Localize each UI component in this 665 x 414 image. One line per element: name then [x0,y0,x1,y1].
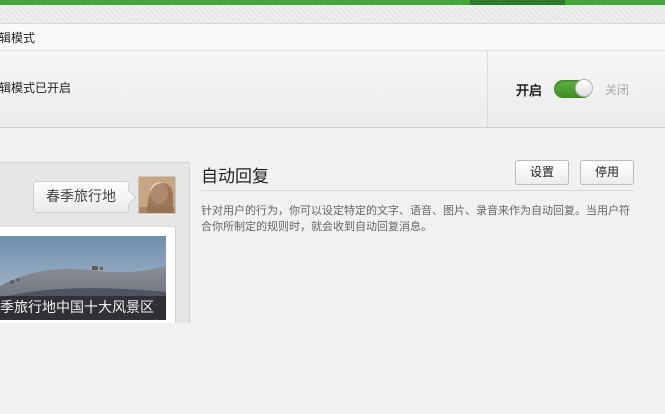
avatar [138,176,176,214]
avatar-image [139,177,175,213]
auto-reply-divider [201,190,634,191]
edit-mode-status-text: 编辑模式已开启 [0,81,72,95]
toggle-off-label: 关闭 [605,83,630,97]
preview-message-bubble: 春季旅行地 [33,181,129,213]
edit-mode-panel: 编辑模式 编辑模式已开启 开启 关闭 [0,23,665,128]
disable-button[interactable]: 停用 [580,160,634,185]
header-pattern [0,5,665,23]
edit-mode-panel-header: 编辑模式 [0,24,665,51]
panel-divider [487,51,488,127]
toggle-knob[interactable] [575,79,593,97]
auto-reply-title: 自动回复 [201,167,269,187]
auto-reply-description: 针对用户的行为，你可以设定特定的文字、语音、图片、录音来作为自动回复。当用户符合… [201,204,630,233]
news-card-caption: 春季旅行地中国十大风景区 [0,296,166,320]
edit-mode-toggle-switch[interactable] [554,79,593,98]
settings-button[interactable]: 设置 [515,160,569,185]
edit-mode-panel-body: 编辑模式已开启 开启 关闭 [0,51,665,127]
edit-mode-panel-title: 编辑模式 [0,31,36,45]
toggle-on-label: 开启 [516,84,543,99]
